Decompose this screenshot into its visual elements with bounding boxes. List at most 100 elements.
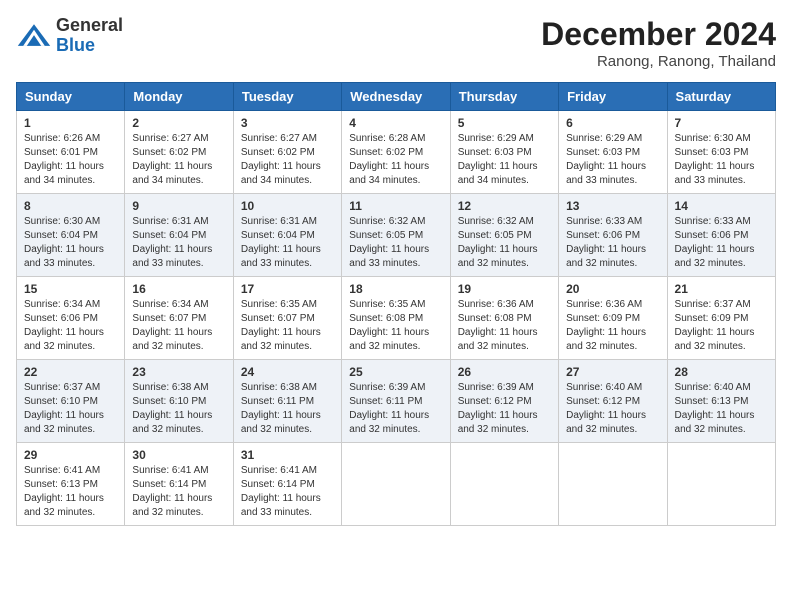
day-number: 3 [241,116,334,130]
day-info: Sunrise: 6:31 AMSunset: 6:04 PMDaylight:… [132,216,212,269]
day-number: 13 [566,199,659,213]
day-number: 24 [241,365,334,379]
calendar-day-cell: 31 Sunrise: 6:41 AMSunset: 6:14 PMDaylig… [233,443,341,526]
calendar-day-header: Saturday [667,83,775,111]
calendar-day-cell: 9 Sunrise: 6:31 AMSunset: 6:04 PMDayligh… [125,194,233,277]
day-number: 15 [24,282,117,296]
day-number: 1 [24,116,117,130]
calendar-week-row: 22 Sunrise: 6:37 AMSunset: 6:10 PMDaylig… [17,360,776,443]
day-number: 22 [24,365,117,379]
day-info: Sunrise: 6:26 AMSunset: 6:01 PMDaylight:… [24,133,104,186]
calendar-day-cell: 12 Sunrise: 6:32 AMSunset: 6:05 PMDaylig… [450,194,558,277]
day-number: 9 [132,199,225,213]
calendar-day-cell: 15 Sunrise: 6:34 AMSunset: 6:06 PMDaylig… [17,277,125,360]
calendar-day-header: Sunday [17,83,125,111]
day-info: Sunrise: 6:35 AMSunset: 6:07 PMDaylight:… [241,299,321,352]
day-number: 29 [24,448,117,462]
calendar-day-cell: 28 Sunrise: 6:40 AMSunset: 6:13 PMDaylig… [667,360,775,443]
calendar-week-row: 1 Sunrise: 6:26 AMSunset: 6:01 PMDayligh… [17,111,776,194]
calendar-day-cell: 1 Sunrise: 6:26 AMSunset: 6:01 PMDayligh… [17,111,125,194]
day-number: 28 [675,365,768,379]
calendar-day-cell: 25 Sunrise: 6:39 AMSunset: 6:11 PMDaylig… [342,360,450,443]
day-info: Sunrise: 6:29 AMSunset: 6:03 PMDaylight:… [458,133,538,186]
day-info: Sunrise: 6:39 AMSunset: 6:11 PMDaylight:… [349,382,429,435]
calendar-day-header: Monday [125,83,233,111]
calendar-day-cell: 20 Sunrise: 6:36 AMSunset: 6:09 PMDaylig… [559,277,667,360]
calendar-day-cell: 18 Sunrise: 6:35 AMSunset: 6:08 PMDaylig… [342,277,450,360]
day-number: 7 [675,116,768,130]
logo: General Blue [16,16,123,56]
day-info: Sunrise: 6:38 AMSunset: 6:11 PMDaylight:… [241,382,321,435]
calendar-week-row: 29 Sunrise: 6:41 AMSunset: 6:13 PMDaylig… [17,443,776,526]
day-number: 21 [675,282,768,296]
logo-text: General Blue [56,16,123,56]
page-header: General Blue December 2024 Ranong, Ranon… [16,16,776,70]
calendar-day-cell: 22 Sunrise: 6:37 AMSunset: 6:10 PMDaylig… [17,360,125,443]
day-info: Sunrise: 6:33 AMSunset: 6:06 PMDaylight:… [566,216,646,269]
calendar-day-cell: 5 Sunrise: 6:29 AMSunset: 6:03 PMDayligh… [450,111,558,194]
day-number: 17 [241,282,334,296]
day-info: Sunrise: 6:38 AMSunset: 6:10 PMDaylight:… [132,382,212,435]
calendar-day-cell: 14 Sunrise: 6:33 AMSunset: 6:06 PMDaylig… [667,194,775,277]
calendar-day-header: Wednesday [342,83,450,111]
day-info: Sunrise: 6:28 AMSunset: 6:02 PMDaylight:… [349,133,429,186]
day-info: Sunrise: 6:35 AMSunset: 6:08 PMDaylight:… [349,299,429,352]
day-info: Sunrise: 6:36 AMSunset: 6:09 PMDaylight:… [566,299,646,352]
calendar-day-cell: 2 Sunrise: 6:27 AMSunset: 6:02 PMDayligh… [125,111,233,194]
calendar-day-cell: 13 Sunrise: 6:33 AMSunset: 6:06 PMDaylig… [559,194,667,277]
calendar-day-cell [450,443,558,526]
day-number: 4 [349,116,442,130]
day-number: 25 [349,365,442,379]
calendar-day-cell [559,443,667,526]
day-number: 31 [241,448,334,462]
calendar-day-cell: 10 Sunrise: 6:31 AMSunset: 6:04 PMDaylig… [233,194,341,277]
day-info: Sunrise: 6:37 AMSunset: 6:10 PMDaylight:… [24,382,104,435]
day-number: 27 [566,365,659,379]
day-number: 18 [349,282,442,296]
day-info: Sunrise: 6:33 AMSunset: 6:06 PMDaylight:… [675,216,755,269]
day-info: Sunrise: 6:27 AMSunset: 6:02 PMDaylight:… [132,133,212,186]
calendar-day-cell: 4 Sunrise: 6:28 AMSunset: 6:02 PMDayligh… [342,111,450,194]
day-number: 16 [132,282,225,296]
day-info: Sunrise: 6:32 AMSunset: 6:05 PMDaylight:… [458,216,538,269]
calendar-day-cell [342,443,450,526]
calendar-day-cell: 17 Sunrise: 6:35 AMSunset: 6:07 PMDaylig… [233,277,341,360]
day-info: Sunrise: 6:34 AMSunset: 6:06 PMDaylight:… [24,299,104,352]
location: Ranong, Ranong, Thailand [541,53,776,70]
day-info: Sunrise: 6:40 AMSunset: 6:13 PMDaylight:… [675,382,755,435]
calendar-day-cell: 26 Sunrise: 6:39 AMSunset: 6:12 PMDaylig… [450,360,558,443]
day-info: Sunrise: 6:29 AMSunset: 6:03 PMDaylight:… [566,133,646,186]
day-info: Sunrise: 6:32 AMSunset: 6:05 PMDaylight:… [349,216,429,269]
day-number: 12 [458,199,551,213]
month-year: December 2024 [541,16,776,53]
calendar-day-cell [667,443,775,526]
day-info: Sunrise: 6:41 AMSunset: 6:14 PMDaylight:… [241,465,321,518]
calendar-day-header: Thursday [450,83,558,111]
day-number: 19 [458,282,551,296]
day-number: 23 [132,365,225,379]
day-info: Sunrise: 6:30 AMSunset: 6:03 PMDaylight:… [675,133,755,186]
calendar-day-cell: 24 Sunrise: 6:38 AMSunset: 6:11 PMDaylig… [233,360,341,443]
calendar-day-cell: 11 Sunrise: 6:32 AMSunset: 6:05 PMDaylig… [342,194,450,277]
calendar-day-cell: 23 Sunrise: 6:38 AMSunset: 6:10 PMDaylig… [125,360,233,443]
calendar-day-cell: 8 Sunrise: 6:30 AMSunset: 6:04 PMDayligh… [17,194,125,277]
day-number: 8 [24,199,117,213]
day-info: Sunrise: 6:41 AMSunset: 6:14 PMDaylight:… [132,465,212,518]
calendar-header-row: SundayMondayTuesdayWednesdayThursdayFrid… [17,83,776,111]
day-info: Sunrise: 6:41 AMSunset: 6:13 PMDaylight:… [24,465,104,518]
calendar-day-header: Friday [559,83,667,111]
calendar-day-cell: 30 Sunrise: 6:41 AMSunset: 6:14 PMDaylig… [125,443,233,526]
day-info: Sunrise: 6:34 AMSunset: 6:07 PMDaylight:… [132,299,212,352]
logo-icon [16,22,52,50]
calendar-day-cell: 7 Sunrise: 6:30 AMSunset: 6:03 PMDayligh… [667,111,775,194]
day-info: Sunrise: 6:37 AMSunset: 6:09 PMDaylight:… [675,299,755,352]
day-info: Sunrise: 6:30 AMSunset: 6:04 PMDaylight:… [24,216,104,269]
calendar-week-row: 15 Sunrise: 6:34 AMSunset: 6:06 PMDaylig… [17,277,776,360]
calendar-day-cell: 29 Sunrise: 6:41 AMSunset: 6:13 PMDaylig… [17,443,125,526]
day-number: 11 [349,199,442,213]
calendar-day-cell: 19 Sunrise: 6:36 AMSunset: 6:08 PMDaylig… [450,277,558,360]
calendar-day-header: Tuesday [233,83,341,111]
day-info: Sunrise: 6:31 AMSunset: 6:04 PMDaylight:… [241,216,321,269]
day-number: 30 [132,448,225,462]
calendar-day-cell: 27 Sunrise: 6:40 AMSunset: 6:12 PMDaylig… [559,360,667,443]
